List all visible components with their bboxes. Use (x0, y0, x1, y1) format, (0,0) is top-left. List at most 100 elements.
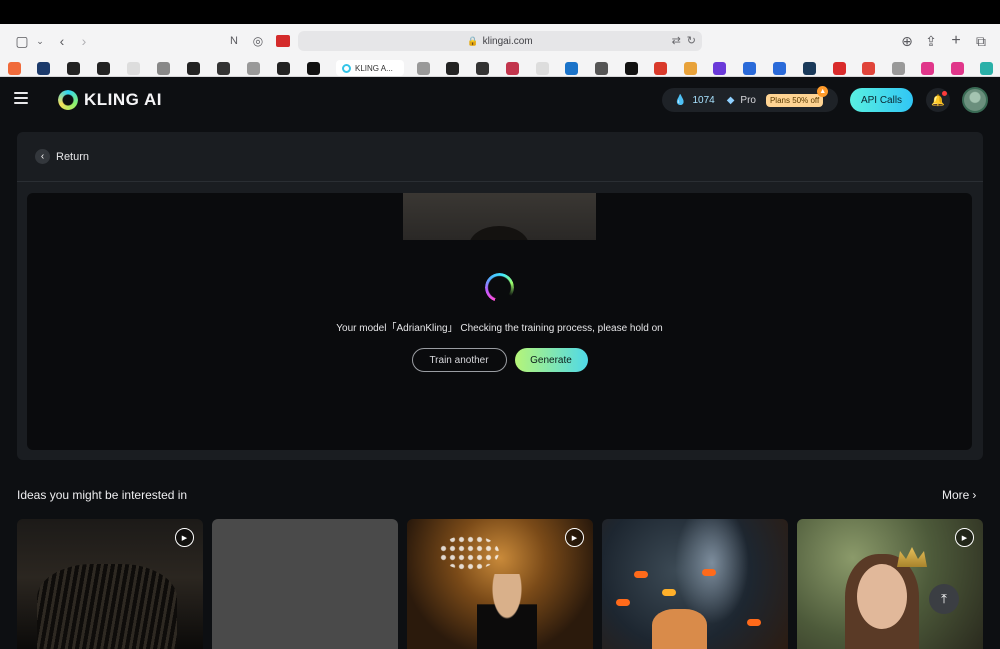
notification-bell-icon[interactable]: 🔔 (926, 88, 950, 112)
bookmark-icon[interactable] (247, 62, 260, 75)
card-image (616, 599, 630, 606)
bookmark-icon[interactable] (157, 62, 170, 75)
bookmark-icon[interactable] (277, 62, 290, 75)
generate-button[interactable]: Generate (514, 348, 588, 372)
card-image (652, 609, 707, 649)
bookmark-icon[interactable] (743, 62, 756, 75)
credit-drop-icon: 💧 (674, 94, 687, 106)
bookmarks-bar: KLING A... (0, 59, 1000, 77)
bookmark-icon[interactable] (565, 62, 578, 75)
record-extension-icon[interactable]: ◎ (248, 32, 268, 50)
ideas-section-title: Ideas you might be interested in (17, 488, 188, 502)
bookmark-icon[interactable] (862, 62, 875, 75)
bookmark-icon[interactable] (506, 62, 519, 75)
action-buttons: Train another Generate (27, 348, 972, 372)
model-thumbnail (403, 193, 596, 240)
bookmark-icon[interactable] (217, 62, 230, 75)
bookmark-icon[interactable] (37, 62, 50, 75)
play-icon[interactable]: ▶ (955, 528, 974, 547)
screen: ▢ ⌄ ‹ › N ◎ 🔒 klingai.com ⇄ ↻ ⊕ ⇪ + ⧉ KL… (0, 0, 1000, 649)
share-icon[interactable]: ⇪ (921, 32, 941, 50)
idea-card[interactable] (602, 519, 788, 649)
sidebar-toggle-icon[interactable]: ▢ (12, 32, 32, 50)
bookmark-icon[interactable] (127, 62, 140, 75)
more-label: More (942, 488, 970, 502)
play-icon[interactable]: ▶ (175, 528, 194, 547)
avatar[interactable] (962, 87, 988, 113)
fire-icon: ▲ (817, 85, 829, 97)
kling-tab-icon (342, 63, 351, 73)
bookmark-icon[interactable] (773, 62, 786, 75)
scroll-to-top-icon[interactable]: ⤒ (929, 584, 959, 614)
url-text: klingai.com (482, 35, 533, 47)
forward-icon[interactable]: › (74, 32, 94, 50)
idea-card[interactable]: ▶ (797, 519, 983, 649)
card-image (702, 569, 716, 576)
bookmark-icon[interactable] (951, 62, 964, 75)
lock-icon: 🔒 (467, 35, 479, 46)
loading-spinner-icon (485, 273, 514, 302)
return-label: Return (56, 150, 90, 163)
bookmark-icon[interactable] (921, 62, 934, 75)
kling-app: KLING AI 💧 1074 ◆ Pro Plans 50% off ▲ AP… (0, 77, 1000, 649)
credits-pill[interactable]: 💧 1074 ◆ Pro Plans 50% off ▲ (662, 85, 838, 112)
tab-overview-icon[interactable]: ⧉ (971, 32, 991, 50)
bookmark-icon[interactable] (446, 62, 459, 75)
download-icon[interactable]: ⊕ (897, 32, 917, 50)
browser-toolbar: ▢ ⌄ ‹ › N ◎ 🔒 klingai.com ⇄ ↻ ⊕ ⇪ + ⧉ KL… (0, 24, 1000, 77)
chevron-left-icon: ‹ (35, 149, 50, 164)
thumbnail-head-shape (469, 226, 529, 240)
card-image (37, 564, 177, 649)
card-image (857, 564, 907, 629)
bookmark-icon[interactable] (97, 62, 110, 75)
return-button[interactable]: ‹ Return (35, 149, 89, 164)
bookmark-icon[interactable] (684, 62, 697, 75)
browser-toolbar-row: ▢ ⌄ ‹ › N ◎ 🔒 klingai.com ⇄ ↻ ⊕ ⇪ + ⧉ (0, 24, 1000, 58)
api-calls-button[interactable]: API Calls (850, 88, 913, 112)
back-icon[interactable]: ‹ (52, 32, 72, 50)
menu-icon[interactable] (14, 92, 28, 104)
play-icon[interactable]: ▶ (565, 528, 584, 547)
app-header: KLING AI 💧 1074 ◆ Pro Plans 50% off ▲ AP… (0, 77, 1000, 123)
bookmark-icon[interactable] (307, 62, 320, 75)
bookmark-icon[interactable] (536, 62, 549, 75)
bookmark-icon[interactable] (67, 62, 80, 75)
active-tab[interactable]: KLING A... (336, 60, 404, 76)
card-image (662, 589, 676, 596)
bookmark-icon[interactable] (187, 62, 200, 75)
bookmark-icon[interactable] (417, 62, 430, 75)
train-another-button[interactable]: Train another (411, 348, 507, 372)
panel-header: ‹ Return (17, 132, 983, 182)
password-extension-icon[interactable] (273, 32, 293, 50)
logo[interactable]: KLING AI (58, 89, 162, 111)
credit-balance: 1074 (692, 94, 715, 106)
bookmark-icon[interactable] (803, 62, 816, 75)
bookmark-icon[interactable] (625, 62, 638, 75)
idea-card[interactable] (212, 519, 398, 649)
bookmark-icon[interactable] (980, 62, 993, 75)
bookmark-icon[interactable] (595, 62, 608, 75)
bookmark-icon[interactable] (833, 62, 846, 75)
idea-card[interactable]: ▶ (17, 519, 203, 649)
bookmark-icon[interactable] (892, 62, 905, 75)
chevron-right-icon: › (972, 488, 977, 502)
card-image (747, 619, 761, 626)
training-panel: ‹ Return Your model「AdrianKling」 Checkin… (17, 132, 983, 460)
address-bar-actions: ⇄ ↻ (672, 34, 696, 47)
logo-text: KLING AI (84, 90, 162, 109)
promo-badge[interactable]: Plans 50% off ▲ (765, 85, 829, 107)
chevron-down-icon[interactable]: ⌄ (30, 32, 50, 50)
bookmark-icon[interactable] (8, 62, 21, 75)
notification-dot (942, 91, 947, 96)
address-bar[interactable]: 🔒 klingai.com ⇄ ↻ (298, 31, 702, 51)
new-tab-icon[interactable]: + (946, 32, 966, 50)
idea-card[interactable]: ▶ (407, 519, 593, 649)
bookmark-icon[interactable] (713, 62, 726, 75)
bookmark-icon[interactable] (654, 62, 667, 75)
macos-menu-bar (0, 0, 1000, 24)
more-link[interactable]: More › (942, 488, 976, 502)
bookmark-icon[interactable] (476, 62, 489, 75)
notion-extension-icon[interactable]: N (224, 32, 244, 50)
reload-icon[interactable]: ↻ (687, 34, 696, 47)
translate-icon[interactable]: ⇄ (672, 34, 681, 47)
